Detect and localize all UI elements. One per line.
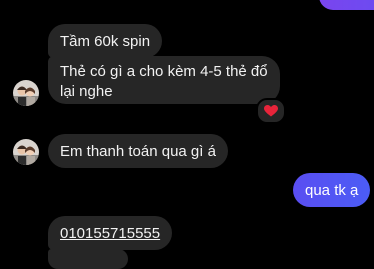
avatar-photo (13, 80, 39, 106)
sent-bubble-partial (319, 0, 374, 10)
message-bubble-partial (48, 249, 128, 269)
sent-message-bubble[interactable]: qua tk ạ (293, 173, 370, 207)
message-bubble[interactable]: 010155715555 (48, 216, 173, 250)
avatar[interactable] (13, 80, 39, 106)
reaction-badge[interactable] (256, 98, 286, 124)
avatar-photo (13, 139, 39, 165)
message-text: qua tk ạ (305, 182, 359, 199)
message-text-line: Thẻ có gì a cho kèm 4-5 thẻ đổ (60, 63, 268, 80)
account-number-link[interactable]: 010155715555 (60, 225, 160, 242)
message-text-line: lại nghe (60, 83, 113, 100)
message-text: Em thanh toán qua gì á (60, 143, 216, 160)
avatar[interactable] (13, 139, 39, 165)
message-bubble[interactable]: Thẻ có gì a cho kèm 4-5 thẻ đổ lại nghe (48, 56, 280, 104)
message-bubble[interactable]: Em thanh toán qua gì á (48, 134, 228, 168)
heart-icon (264, 105, 278, 117)
message-text: Tầm 60k spin (60, 33, 151, 50)
message-bubble[interactable]: Tầm 60k spin (48, 24, 163, 58)
